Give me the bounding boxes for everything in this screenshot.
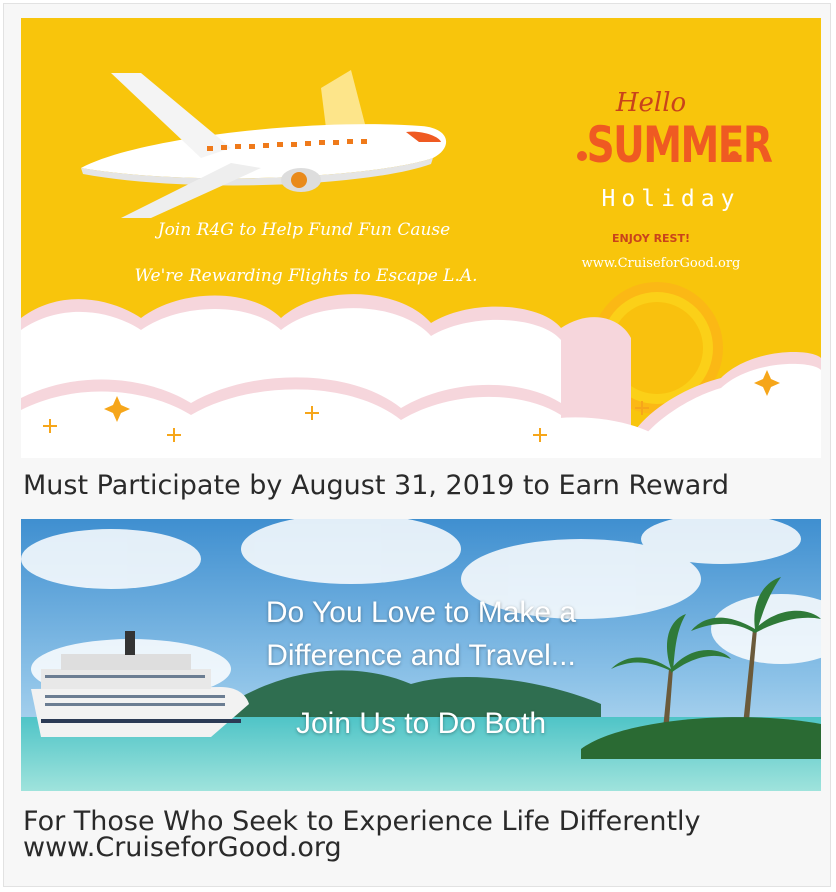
tagline-caption: For Those Who Seek to Experience Life Di… [23,806,701,837]
cruise-headline-line1: Do You Love to Make a [265,596,577,629]
banner-website-text: www.CruiseforGood.org [581,256,741,271]
rewarding-flights-text: We're Rewarding Flights to Escape L.A. [134,266,478,286]
enjoy-rest-text: ENJOY REST! [612,232,690,245]
summer-flight-banner[interactable]: Join R4G to Help Fund Fun Cause We're Re… [21,18,821,458]
cruise-banner[interactable]: Do You Love to Make a Difference and Tra… [21,519,821,791]
hello-text: Hello [615,88,687,118]
website-caption[interactable]: www.CruiseforGood.org [23,834,342,861]
holiday-text: Holiday [601,186,741,212]
airplane-icon [81,70,447,218]
summer-title: SUMMER [586,116,773,174]
deadline-caption: Must Participate by August 31, 2019 to E… [23,470,730,501]
join-us-text: Join Us to Do Both [295,707,547,740]
summer-dot-left [577,151,587,161]
join-r4g-text: Join R4G to Help Fund Fun Cause [157,220,451,240]
cruise-headline-line2: Difference and Travel... [266,639,576,672]
summer-dot-right [729,151,739,161]
